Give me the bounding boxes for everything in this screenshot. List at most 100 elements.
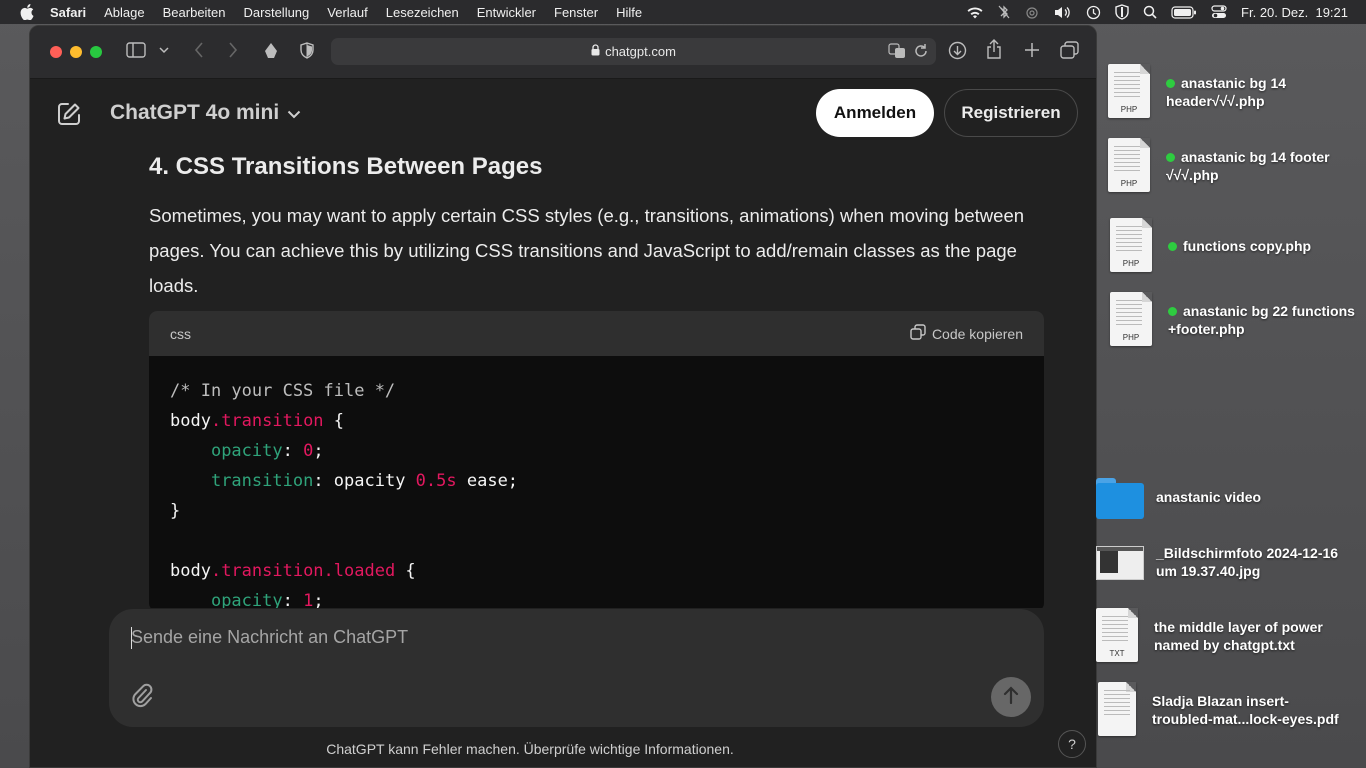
desktop-file[interactable]: Sladja Blazan insert-troubled-mat...lock… <box>1098 682 1339 736</box>
desktop-file[interactable]: PHP functions copy.php <box>1110 218 1311 272</box>
code-token: body <box>170 561 211 581</box>
desktop-file[interactable]: PHP anastanic bg 22 functions +footer.php <box>1110 292 1355 346</box>
code-token: { <box>323 411 345 431</box>
time-machine-icon[interactable] <box>1086 5 1101 20</box>
battery-icon[interactable] <box>1171 5 1197 19</box>
desktop-file-label: anastanic bg 22 functions +footer.php <box>1168 303 1355 337</box>
desktop-file[interactable]: PHP anastanic bg 14 footer √√√.php <box>1108 138 1330 192</box>
address-bar[interactable]: chatgpt.com <box>331 38 936 65</box>
code-token: body <box>170 411 211 431</box>
assistant-message: 4. CSS Transitions Between Pages Sometim… <box>149 146 1044 608</box>
model-name: ChatGPT 4o mini <box>110 101 280 124</box>
menu-ablage[interactable]: Ablage <box>104 5 144 20</box>
translate-icon[interactable] <box>888 43 906 62</box>
green-tag-icon <box>1166 153 1175 162</box>
code-property: opacity <box>210 441 283 461</box>
airdrop-icon[interactable] <box>1024 5 1040 19</box>
bluetooth-off-icon[interactable] <box>998 5 1010 19</box>
volume-icon[interactable] <box>1054 6 1072 19</box>
txt-file-icon: TXT <box>1096 608 1138 662</box>
text-caret <box>131 627 132 649</box>
minimize-window-button[interactable] <box>70 46 82 58</box>
zoom-window-button[interactable] <box>90 46 102 58</box>
spotlight-search-icon[interactable] <box>1143 5 1157 19</box>
green-tag-icon <box>1166 79 1175 88</box>
code-comment: /* In your CSS file */ <box>170 381 396 401</box>
copy-code-label: Code kopieren <box>931 325 1023 342</box>
menu-hilfe[interactable]: Hilfe <box>616 5 642 20</box>
register-button[interactable]: Registrieren <box>944 89 1078 137</box>
message-paragraph: Sometimes, you may want to apply certain… <box>149 205 1025 296</box>
code-token: { <box>395 561 416 581</box>
menubar-clock[interactable]: Fr. 20. Dez. 19:21 <box>1241 5 1348 20</box>
code-property: transition <box>210 471 314 491</box>
privacy-shield-icon[interactable] <box>300 42 314 59</box>
model-selector[interactable]: ChatGPT 4o mini <box>110 101 301 125</box>
desktop-file-label: the middle layer of power named by chatgp… <box>1154 619 1323 653</box>
apple-icon[interactable] <box>20 4 38 20</box>
desktop-file-label: anastanic bg 14 footer √√√.php <box>1166 149 1330 183</box>
help-button[interactable]: ? <box>1058 730 1086 758</box>
window-controls <box>50 46 102 58</box>
desktop-file[interactable]: _Bildschirmfoto 2024-12-16 um 19.37.40.jp… <box>1096 544 1338 580</box>
reload-icon[interactable] <box>914 43 928 62</box>
desktop-file-label: _Bildschirmfoto 2024-12-16 um 19.37.40.jp… <box>1156 545 1339 579</box>
desktop-folder-label: anastanic video <box>1156 489 1262 505</box>
code-token: ease; <box>456 471 519 491</box>
login-button[interactable]: Anmelden <box>816 89 934 137</box>
disclaimer-text: ChatGPT kann Fehler machen. Überprüfe wi… <box>326 741 734 757</box>
code-content: /* In your CSS file */ body.transition {… <box>149 356 1044 608</box>
extension-icon[interactable] <box>263 42 279 60</box>
desktop-file-label: anastanic bg 14 header√√√.php <box>1166 75 1287 109</box>
menu-bearbeiten[interactable]: Bearbeiten <box>163 5 226 20</box>
copy-icon <box>910 324 926 343</box>
share-icon[interactable] <box>986 39 1002 59</box>
send-button[interactable] <box>991 677 1031 717</box>
menu-darstellung[interactable]: Darstellung <box>244 5 310 20</box>
back-icon[interactable] <box>194 42 204 58</box>
desktop-file-label: Sladja Blazan insert-troubled-mat...lock… <box>1152 693 1339 727</box>
pdf-file-icon <box>1098 682 1136 736</box>
control-center-icon[interactable] <box>1211 5 1227 19</box>
copy-code-button[interactable]: Code kopieren <box>910 324 1023 343</box>
code-class: .transition.loaded <box>210 561 396 581</box>
code-language: css <box>170 325 191 342</box>
sidebar-toggle-icon[interactable] <box>126 42 146 58</box>
desktop-file[interactable]: TXT the middle layer of power named by ch… <box>1096 608 1323 662</box>
arrow-up-icon <box>1003 685 1019 709</box>
code-property: opacity <box>210 591 283 608</box>
menu-app-safari[interactable]: Safari <box>50 5 86 20</box>
downloads-icon[interactable] <box>948 41 967 60</box>
shield-icon[interactable] <box>1115 4 1129 20</box>
menu-fenster[interactable]: Fenster <box>554 5 598 20</box>
new-chat-icon[interactable] <box>56 101 82 132</box>
chevron-down-icon <box>287 101 301 125</box>
menu-bar: Safari Ablage Bearbeiten Darstellung Ver… <box>0 0 1366 24</box>
composer-placeholder[interactable]: Sende eine Nachricht an ChatGPT <box>131 627 408 648</box>
paperclip-icon[interactable] <box>131 683 153 714</box>
desktop-folder[interactable]: anastanic video <box>1096 474 1262 519</box>
code-token: ; <box>313 591 324 608</box>
desktop-file[interactable]: PHP anastanic bg 14 header√√√.php <box>1108 64 1286 118</box>
chevron-down-icon[interactable] <box>159 47 169 54</box>
close-window-button[interactable] <box>50 46 62 58</box>
php-file-icon: PHP <box>1110 292 1152 346</box>
menu-lesezeichen[interactable]: Lesezeichen <box>386 5 459 20</box>
menu-verlauf[interactable]: Verlauf <box>327 5 367 20</box>
code-token: } <box>170 501 181 521</box>
safari-window: chatgpt.com ChatGPT 4o mini Anmelden Reg… <box>29 25 1097 768</box>
lock-icon <box>591 44 600 59</box>
code-header: css Code kopieren <box>149 311 1044 356</box>
new-tab-icon[interactable] <box>1024 42 1040 58</box>
forward-icon[interactable] <box>228 42 238 58</box>
chat-header: ChatGPT 4o mini Anmelden Registrieren <box>30 78 1096 146</box>
wifi-icon[interactable] <box>966 6 984 19</box>
code-number: 0 <box>303 441 314 461</box>
menu-entwickler[interactable]: Entwickler <box>477 5 536 20</box>
php-file-icon: PHP <box>1108 64 1150 118</box>
code-token: : <box>282 441 304 461</box>
tab-overview-icon[interactable] <box>1060 41 1079 59</box>
code-token: ; <box>313 441 324 461</box>
code-token: : opacity <box>313 471 416 491</box>
message-composer[interactable]: Sende eine Nachricht an ChatGPT <box>109 609 1044 727</box>
